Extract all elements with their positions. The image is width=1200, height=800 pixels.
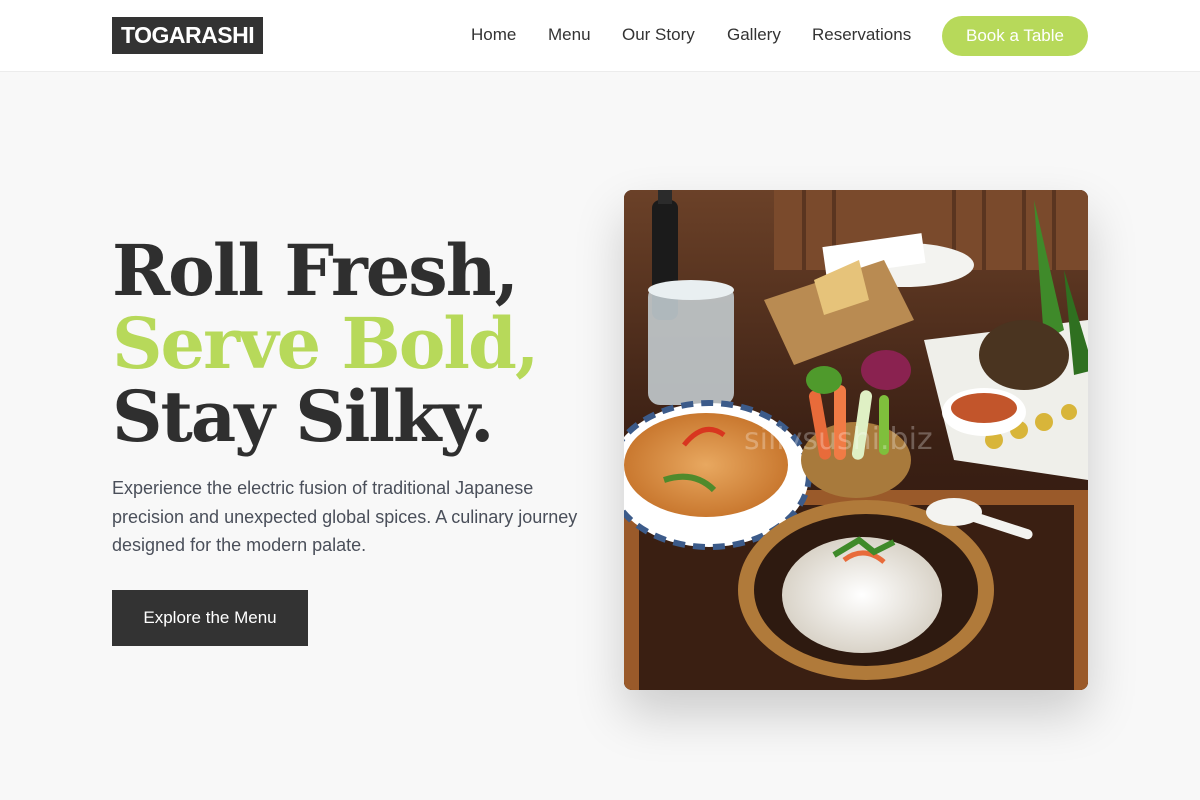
site-header: TOGARASHI Home Menu Our Story Gallery Re…: [0, 0, 1200, 72]
hero-food-image: sillysushi.biz: [624, 190, 1088, 690]
nav-our-story[interactable]: Our Story: [622, 24, 695, 46]
hero-title-line-1: Roll Fresh,: [112, 229, 519, 312]
image-watermark: sillysushi.biz: [744, 422, 933, 457]
book-table-button[interactable]: Book a Table: [942, 16, 1088, 56]
nav-menu[interactable]: Menu: [548, 24, 591, 46]
explore-menu-button[interactable]: Explore the Menu: [112, 590, 308, 646]
brand-logo[interactable]: TOGARASHI: [112, 17, 264, 54]
nav-home[interactable]: Home: [471, 24, 516, 46]
hero-subtitle: Experience the electric fusion of tradit…: [112, 478, 578, 555]
hero-title: Roll Fresh, Serve Bold, Stay Silky.: [112, 229, 539, 458]
hero-title-line-3: Stay Silky.: [112, 375, 495, 458]
nav-gallery[interactable]: Gallery: [727, 24, 781, 46]
nav-reservations[interactable]: Reservations: [812, 24, 911, 46]
hero-title-line-2: Serve Bold,: [112, 302, 539, 385]
